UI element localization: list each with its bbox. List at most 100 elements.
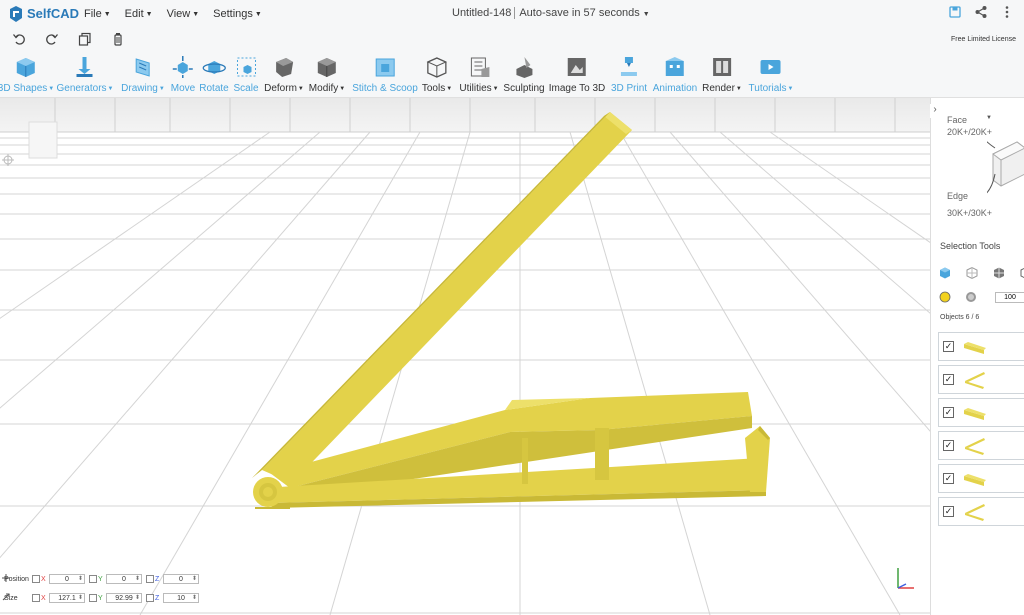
toolbar-label: Deform <box>264 83 297 94</box>
toolbar-generators-button[interactable]: Generators ▼ <box>57 55 114 94</box>
toolbar-label-wrap: Modify ▼ <box>309 83 345 94</box>
position-y-lock[interactable] <box>89 575 97 583</box>
position-y-input[interactable]: 0 <box>106 574 142 584</box>
object-visibility-checkbox[interactable]: ✓ <box>943 374 954 385</box>
toolbar-3d-print-button[interactable]: 3D Print <box>611 55 647 94</box>
select-vertex-icon[interactable] <box>1019 266 1024 280</box>
object-list-item[interactable]: ✓ <box>938 464 1024 493</box>
toolbar-label-wrap: Tutorials ▼ <box>749 83 794 94</box>
object-visibility-checkbox[interactable]: ✓ <box>943 440 954 451</box>
toolbar-image-to-3d-button[interactable]: Image To 3D <box>549 55 605 94</box>
select-object-icon[interactable] <box>938 266 952 280</box>
edge-mode-label[interactable]: Edge <box>947 191 968 201</box>
toolbar-3d-shapes-button[interactable]: 3D Shapes ▼ <box>0 55 54 94</box>
select-face-icon[interactable] <box>965 266 979 280</box>
selection-size-input[interactable]: 100 <box>995 292 1024 303</box>
toolbar-stitch-scoop-button[interactable]: Stitch & Scoop <box>352 55 418 94</box>
right-panel: › Face ▼ 20K+/20K+ Edge 30K+/30K+ Select… <box>930 98 1024 615</box>
main-toolbar: 3D Shapes ▼ Generators ▼ Drawing ▼ Move Rotate S… <box>0 51 1024 98</box>
toolbar-label: Tutorials <box>748 83 787 94</box>
object-thumbnail-bar <box>964 341 986 354</box>
toolbar-label: Rotate <box>199 83 229 94</box>
toolbar-drawing-button[interactable]: Drawing ▼ <box>121 55 165 94</box>
toolbar-scale-button[interactable]: Scale <box>233 55 259 94</box>
toolbar-render-button[interactable]: Render ▼ <box>702 55 742 94</box>
axis-x-label: X <box>41 575 46 583</box>
object-list-item[interactable]: ✓ <box>938 365 1024 394</box>
toolbar-move-button[interactable]: Move <box>171 55 195 94</box>
object-list-item[interactable]: ✓ <box>938 497 1024 526</box>
more-vertical-icon[interactable] <box>1000 5 1014 19</box>
menu-view[interactable]: View ▼ <box>167 8 200 20</box>
position-z-lock[interactable] <box>146 575 154 583</box>
pencil-icon <box>135 58 150 77</box>
scene-canvas[interactable] <box>0 98 930 615</box>
toolbar-label-wrap: Utilities ▼ <box>459 83 498 94</box>
brush-select-icon[interactable] <box>965 291 977 303</box>
toolbar-modify-button[interactable]: Modify ▼ <box>309 55 345 94</box>
undo-icon[interactable] <box>12 32 26 46</box>
select-edge-icon[interactable] <box>992 266 1006 280</box>
object-list-item[interactable]: ✓ <box>938 398 1024 427</box>
chevron-down-icon: ▼ <box>254 10 262 18</box>
size-x-input[interactable]: 127.1 <box>49 593 85 603</box>
chevron-down-icon: ▼ <box>492 85 499 92</box>
copy-icon[interactable] <box>78 32 92 46</box>
size-label: Size <box>2 593 18 602</box>
toolbar-rotate-button[interactable]: Rotate <box>199 55 229 94</box>
size-y-input[interactable]: 92.99 <box>106 593 142 603</box>
paint-select-icon[interactable] <box>939 291 951 303</box>
size-z-lock[interactable] <box>146 594 154 602</box>
redo-icon[interactable] <box>45 32 59 46</box>
stitch-scoop-icon <box>375 58 395 77</box>
tutorials-icon <box>761 60 781 74</box>
position-x-input[interactable]: 0 <box>49 574 85 584</box>
move-icon <box>172 56 193 78</box>
chevron-right-icon[interactable]: › <box>930 104 940 118</box>
document-title[interactable]: Untitled-148 <box>452 7 511 19</box>
menu-settings[interactable]: Settings ▼ <box>213 8 262 20</box>
toolbar-deform-button[interactable]: Deform ▼ <box>264 55 304 94</box>
toolbar-label-wrap: Generators ▼ <box>57 83 114 94</box>
delete-icon[interactable] <box>111 32 125 46</box>
object-visibility-checkbox[interactable]: ✓ <box>943 407 954 418</box>
object-list-item[interactable]: ✓ <box>938 431 1024 460</box>
menu-edit[interactable]: Edit ▼ <box>125 8 153 20</box>
object-visibility-checkbox[interactable]: ✓ <box>943 341 954 352</box>
animation-icon <box>666 57 684 76</box>
object-list-item[interactable]: ✓ <box>938 332 1024 361</box>
chevron-down-icon: ▼ <box>158 85 165 92</box>
menu-edit-label: Edit <box>124 7 144 20</box>
toolbar-utilities-button[interactable]: Utilities ▼ <box>459 55 499 94</box>
toolbar-tools-button[interactable]: Tools ▼ <box>422 55 452 94</box>
toolbar-animation-button[interactable]: Animation <box>653 55 697 94</box>
selfcad-logo[interactable]: SelfCAD <box>0 5 80 23</box>
position-x-lock[interactable] <box>32 575 40 583</box>
rotate-icon <box>202 61 226 74</box>
size-row: Size X 127.1 Y 92.99 Z 10 <box>2 593 203 603</box>
tools-icon <box>426 57 448 78</box>
axis-z-label: Z <box>155 594 160 602</box>
save-icon[interactable] <box>948 5 962 19</box>
position-z-input[interactable]: 0 <box>163 574 199 584</box>
size-y-lock[interactable] <box>89 594 97 602</box>
toolbar-sculpting-button[interactable]: Sculpting <box>503 55 545 94</box>
face-mode-label[interactable]: Face <box>947 115 967 125</box>
3d-viewport[interactable]: Position X 0 Y 0 Z 0 Size X 127.1 Y 92.9… <box>0 98 930 615</box>
size-x-lock[interactable] <box>32 594 40 602</box>
toolbar-label-wrap: Drawing ▼ <box>121 83 165 94</box>
toolbar-label: Scale <box>233 83 259 94</box>
object-visibility-checkbox[interactable]: ✓ <box>943 473 954 484</box>
size-z-input[interactable]: 10 <box>163 593 199 603</box>
share-icon[interactable] <box>974 5 988 19</box>
objects-count: Objects 6 / 6 <box>940 314 980 321</box>
toolbar-label: Tools <box>421 83 446 94</box>
chevron-down-icon[interactable]: ▼ <box>986 115 992 121</box>
render-icon <box>712 58 731 76</box>
toolbar-tutorials-button[interactable]: Tutorials ▼ <box>749 55 794 94</box>
chevron-down-icon[interactable]: ▼ <box>643 11 650 18</box>
menu-file-label: File <box>84 7 102 20</box>
object-visibility-checkbox[interactable]: ✓ <box>943 506 954 517</box>
document-title-area[interactable]: Untitled-148 Auto-save in 57 seconds ▼ <box>452 7 650 19</box>
menu-file[interactable]: File ▼ <box>84 8 111 20</box>
